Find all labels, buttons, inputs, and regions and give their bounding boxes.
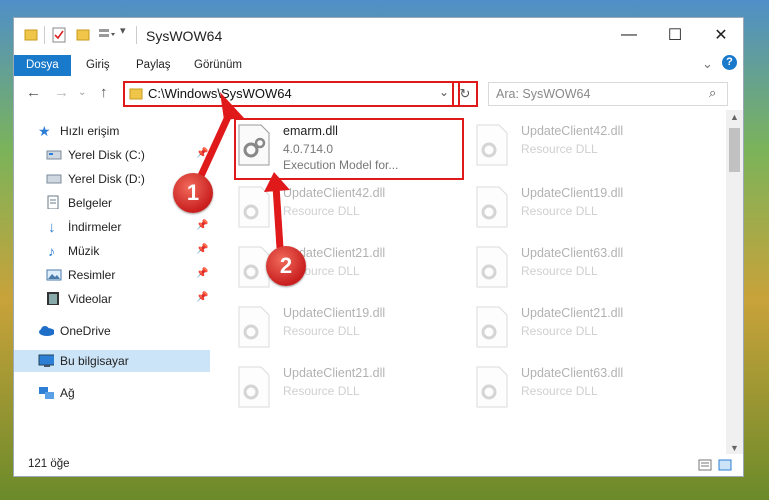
annotation-arrows <box>196 92 290 249</box>
step-2-badge: 2 <box>266 246 306 286</box>
step-1-badge: 1 <box>173 173 213 213</box>
arrow-to-file <box>272 185 284 249</box>
arrowhead <box>220 92 244 120</box>
arrowhead <box>264 172 290 192</box>
